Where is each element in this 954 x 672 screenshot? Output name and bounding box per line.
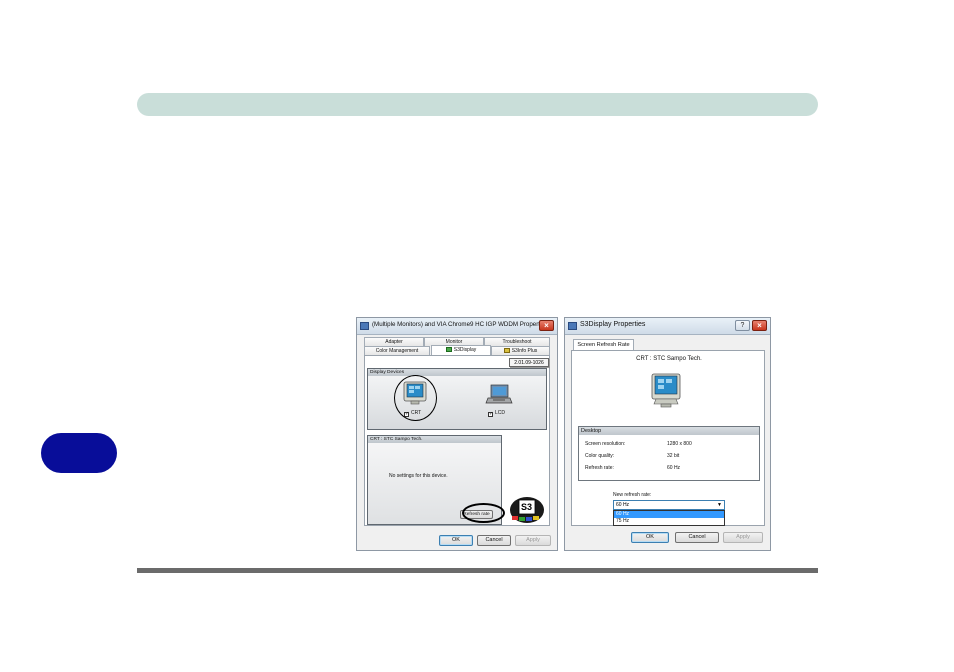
tab-s3display-label: S3Display: [453, 347, 477, 353]
chapter-tab: [41, 433, 117, 473]
lcd-label: LCD: [495, 410, 506, 416]
crt-monitor-icon: [651, 373, 681, 408]
footer-line: [137, 568, 818, 573]
close-button[interactable]: ×: [752, 320, 767, 331]
s3info-icon: [503, 348, 510, 353]
help-button[interactable]: ?: [735, 320, 750, 331]
color-quality-label: Color quality:: [585, 453, 615, 459]
s3display-properties-dialog: S3Display Properties ? × Screen Refresh …: [564, 317, 771, 551]
resolution-label: Screen resolution:: [585, 441, 626, 447]
desktop-label: Desktop: [579, 427, 759, 435]
option-75hz[interactable]: 75 Hz: [614, 518, 724, 525]
s3-logo-text: S3: [521, 502, 533, 512]
refresh-rate-select[interactable]: 60 Hz ▼: [613, 500, 725, 510]
desktop-info-group: Desktop Screen resolution: 1280 x 800 Co…: [578, 426, 760, 481]
highlight-circle: [394, 375, 437, 421]
highlight-ellipse: [462, 503, 505, 523]
display-properties-dialog: (Multiple Monitors) and VIA Chrome9 HC I…: [356, 317, 558, 551]
tab-panel: CRT : STC Sampo Tech. Desktop Screen res…: [571, 350, 765, 526]
s3display-icon: [445, 347, 452, 352]
display-devices-group: Display Devices ✓ CRT ✓ LCD: [367, 368, 547, 430]
ok-button[interactable]: OK: [631, 532, 669, 543]
tab-color-management[interactable]: Color Management: [364, 346, 430, 355]
window-title: S3Display Properties: [580, 321, 646, 328]
lcd-checkbox[interactable]: ✓: [488, 412, 493, 417]
title-bar: (Multiple Monitors) and VIA Chrome9 HC I…: [357, 318, 557, 335]
tab-troubleshoot[interactable]: Troubleshoot: [484, 337, 550, 346]
close-button[interactable]: ×: [539, 320, 554, 331]
refresh-rate-dropdown: 60 Hz 75 Hz: [613, 510, 725, 526]
apply-button[interactable]: Apply: [723, 532, 763, 543]
option-60hz[interactable]: 60 Hz: [614, 511, 724, 518]
display-devices-label: Display Devices: [368, 369, 546, 376]
refresh-rate-value: 60 Hz: [667, 465, 681, 471]
lcd-laptop-icon[interactable]: [485, 384, 513, 406]
resolution-value: 1280 x 800: [667, 441, 692, 447]
apply-button[interactable]: Apply: [515, 535, 551, 546]
display-app-icon: [568, 322, 577, 330]
tab-s3display[interactable]: S3Display: [431, 345, 491, 355]
header-bar: [137, 93, 818, 116]
ok-button[interactable]: OK: [439, 535, 473, 546]
no-settings-text: No settings for this device.: [389, 473, 448, 479]
refresh-rate-label: Refresh rate:: [585, 465, 614, 471]
new-refresh-label: New refresh rate:: [613, 492, 652, 498]
tab-s3info-label: S3Info Plus: [511, 348, 538, 354]
device-name: CRT : STC Sampo Tech.: [636, 356, 702, 362]
cancel-button[interactable]: Cancel: [477, 535, 511, 546]
tab-adapter[interactable]: Adapter: [364, 337, 424, 346]
window-title: (Multiple Monitors) and VIA Chrome9 HC I…: [372, 321, 548, 328]
tab-screen-refresh-rate[interactable]: Screen Refresh Rate: [573, 339, 634, 350]
cancel-button[interactable]: Cancel: [675, 532, 719, 543]
display-app-icon: [360, 322, 369, 330]
lcd-checkbox-item[interactable]: ✓ LCD: [488, 410, 505, 417]
refresh-rate-selected: 60 Hz: [616, 502, 630, 508]
title-bar: S3Display Properties ? ×: [565, 318, 770, 335]
device-group-label: CRT : STC Sampo Tech.: [368, 436, 501, 443]
tab-panel: 2.01.09-1026 Display Devices ✓ CRT ✓ LCD…: [364, 355, 550, 526]
tab-s3info-plus[interactable]: S3Info Plus: [491, 346, 550, 355]
version-label: 2.01.09-1026: [509, 358, 549, 367]
chevron-down-icon[interactable]: ▼: [717, 501, 722, 509]
color-quality-value: 32 bit: [667, 453, 680, 459]
